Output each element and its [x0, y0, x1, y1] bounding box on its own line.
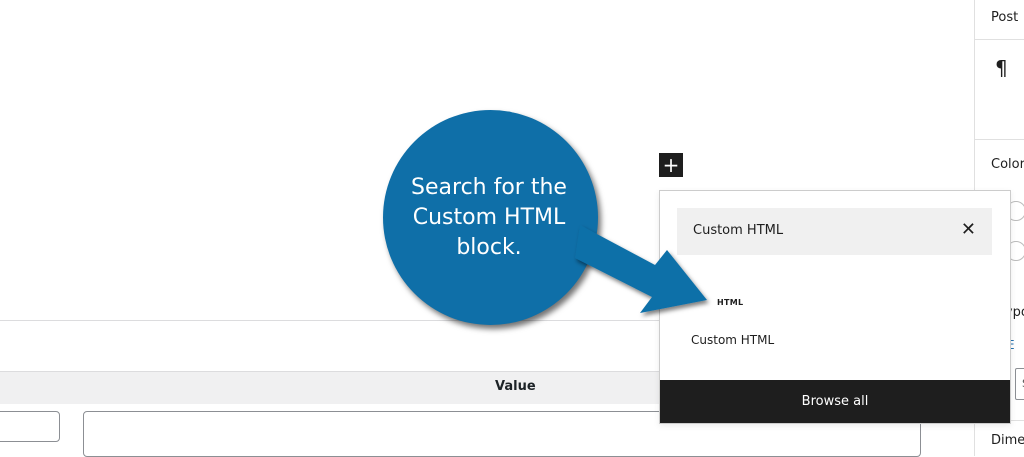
- callout-line-1: Search for the: [411, 175, 567, 200]
- callout-line-3: block.: [456, 235, 522, 260]
- callout-text: Search for the Custom HTML block.: [383, 173, 595, 263]
- callout-line-2: Custom HTML: [412, 205, 566, 230]
